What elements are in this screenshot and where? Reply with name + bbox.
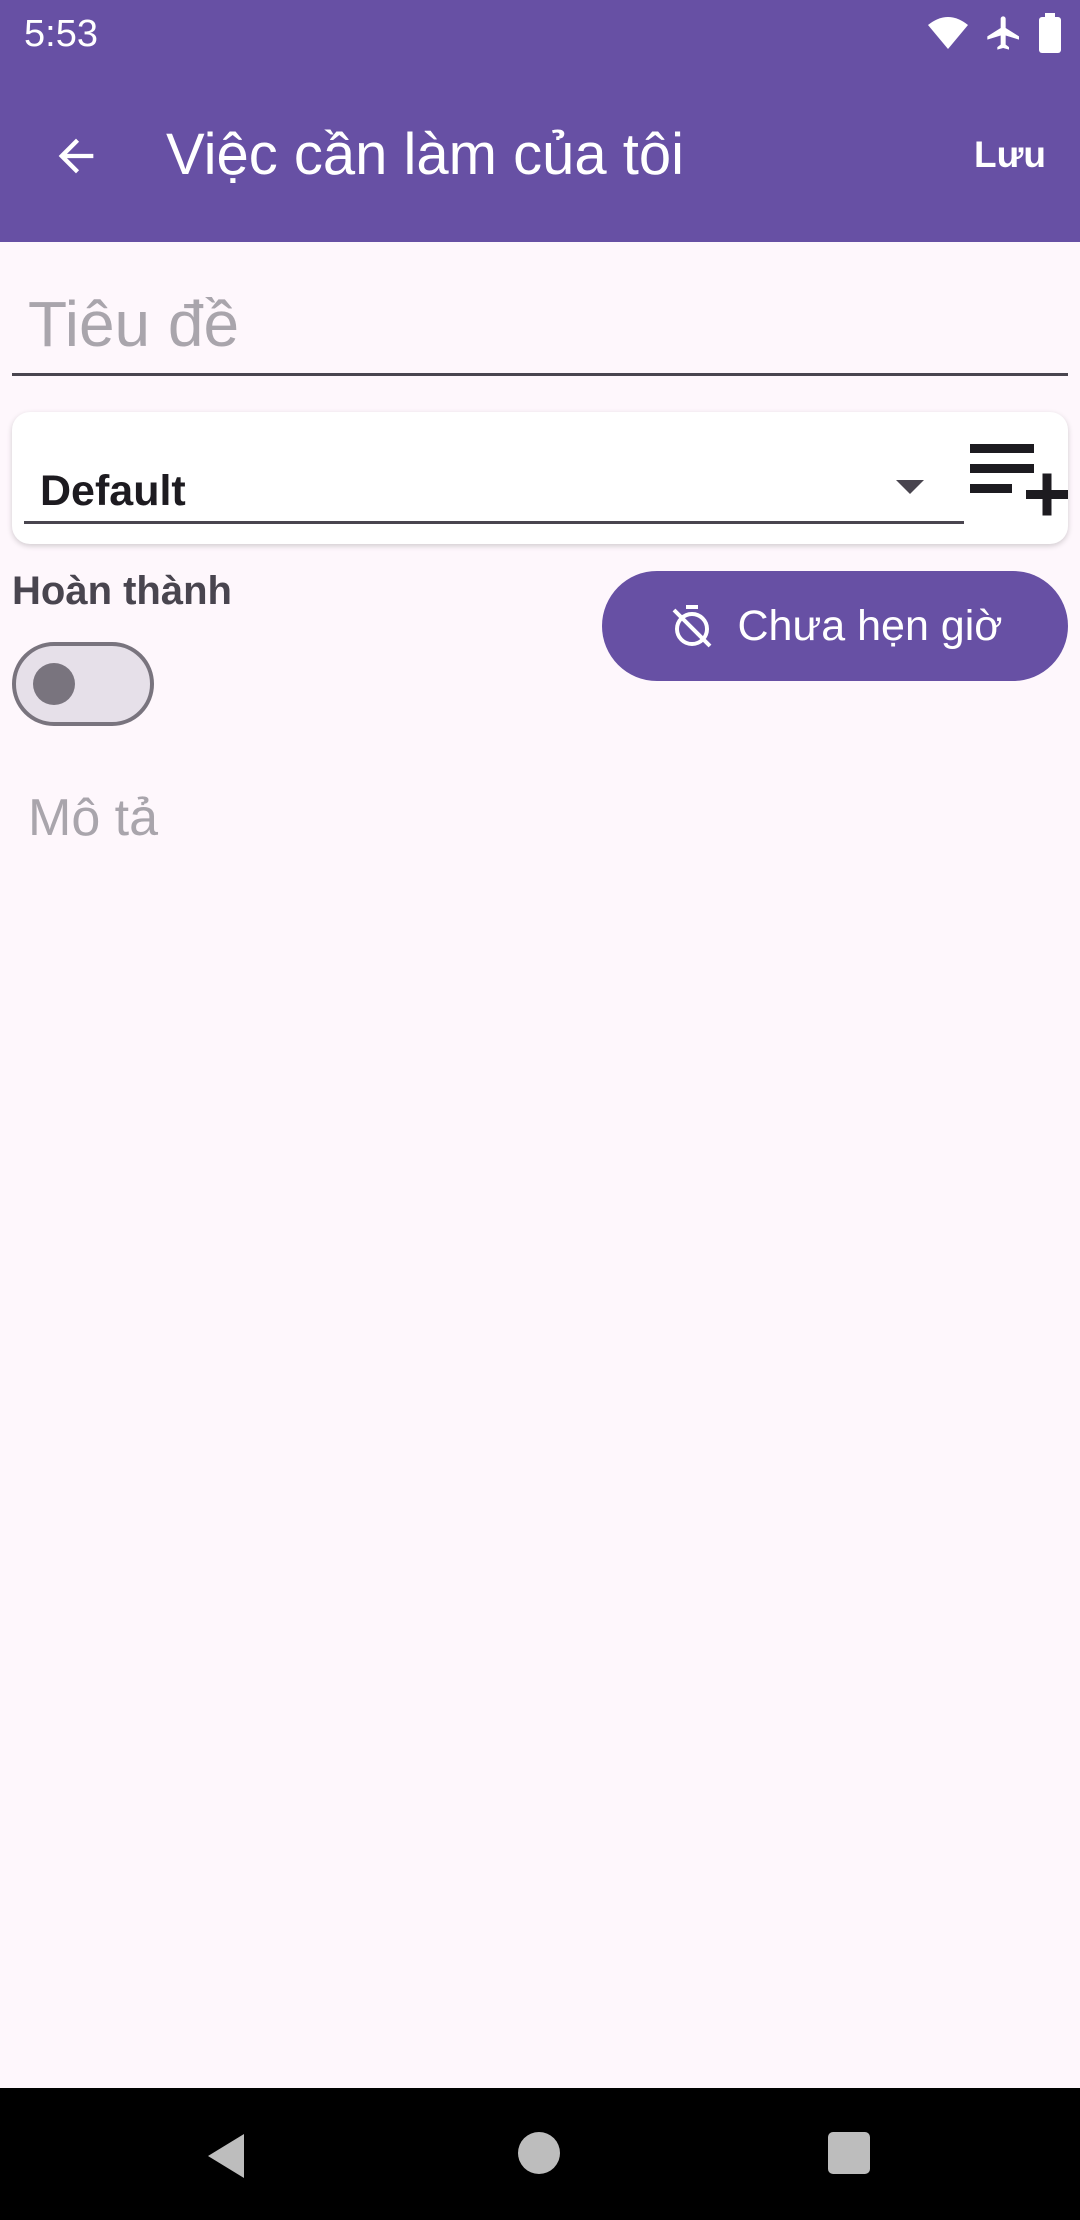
status-bar: 5:53: [0, 0, 1080, 66]
airplane-mode-icon: [987, 16, 1019, 50]
save-button[interactable]: Lưu: [974, 132, 1046, 178]
list-dropdown[interactable]: Default: [24, 432, 964, 524]
playlist-add-icon: [970, 444, 1068, 516]
title-input[interactable]: [28, 286, 1048, 362]
reminder-button[interactable]: Chưa hẹn giờ: [602, 571, 1068, 681]
top-app-bar: Việc cần làm của tôi Lưu: [0, 66, 1080, 242]
description-field: [12, 780, 1068, 900]
list-selector-card: Default: [12, 412, 1068, 544]
list-dropdown-value: Default: [40, 467, 186, 515]
nav-back-icon[interactable]: [204, 2132, 248, 2180]
timer-off-icon: [672, 605, 711, 648]
system-nav-bar: [0, 2088, 1080, 2220]
nav-home-icon[interactable]: [518, 2132, 560, 2174]
switch-thumb: [33, 663, 75, 705]
wifi-icon: [928, 17, 968, 49]
add-list-button[interactable]: [962, 426, 1074, 532]
done-label: Hoàn thành: [12, 569, 232, 613]
back-button[interactable]: [38, 118, 114, 194]
description-input[interactable]: [28, 788, 1048, 888]
arrow-back-icon: [58, 138, 94, 174]
reminder-label: Chưa hẹn giờ: [737, 602, 1003, 650]
done-switch[interactable]: [12, 642, 154, 726]
dropdown-arrow-icon: [896, 480, 924, 494]
battery-icon: [1039, 13, 1061, 53]
title-field: [12, 276, 1068, 376]
page-title: Việc cần làm của tôi: [166, 122, 684, 187]
nav-recents-icon[interactable]: [828, 2132, 870, 2174]
status-time: 5:53: [24, 13, 98, 55]
status-icons: [926, 12, 1062, 54]
